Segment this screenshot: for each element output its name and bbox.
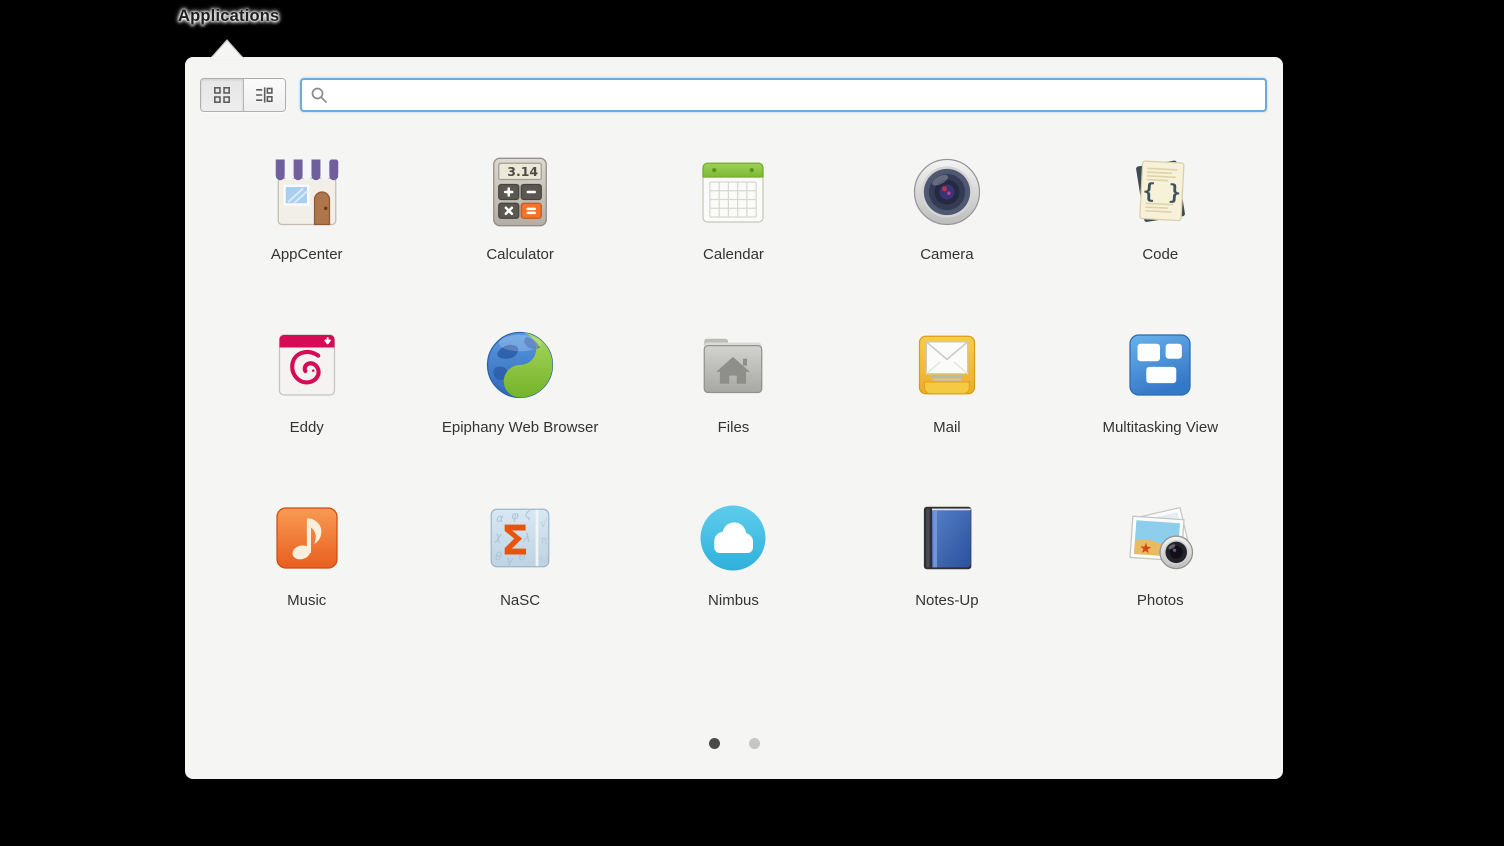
app-label: Eddy [290, 419, 324, 436]
multitasking-icon [1120, 325, 1200, 405]
app-item-calendar[interactable]: Calendar [627, 142, 840, 315]
app-label: Epiphany Web Browser [442, 419, 598, 436]
nimbus-icon [693, 498, 773, 578]
appcenter-icon [267, 152, 347, 232]
search-input[interactable] [334, 86, 1257, 104]
page-dot-2[interactable] [749, 738, 760, 749]
app-label: Multitasking View [1102, 419, 1218, 436]
app-item-camera[interactable]: Camera [840, 142, 1053, 315]
svg-text:{ }: { } [1142, 179, 1182, 206]
launcher-toolbar [200, 78, 1267, 112]
app-label: AppCenter [271, 246, 343, 263]
app-item-appcenter[interactable]: AppCenter [200, 142, 413, 315]
search-box [300, 78, 1267, 112]
svg-text:Σ: Σ [501, 516, 529, 564]
app-item-music[interactable]: Music [200, 488, 413, 661]
camera-icon [907, 152, 987, 232]
code-icon: { } [1120, 152, 1200, 232]
app-label: Music [287, 592, 326, 609]
files-icon [693, 325, 773, 405]
notesup-icon [907, 498, 987, 578]
app-item-mail[interactable]: Mail [840, 315, 1053, 488]
nasc-icon: α φ ζ χ λ θ γ θ √ π ω [480, 498, 560, 578]
app-label: Photos [1137, 592, 1184, 609]
view-switcher [200, 78, 286, 112]
svg-text:3.14: 3.14 [507, 164, 538, 179]
app-grid: AppCenter 3.14 [200, 142, 1267, 660]
app-item-eddy[interactable]: Eddy [200, 315, 413, 488]
app-label: Notes-Up [915, 592, 978, 609]
calendar-icon [693, 152, 773, 232]
app-item-photos[interactable]: Photos [1054, 488, 1267, 661]
search-icon [310, 86, 328, 104]
epiphany-icon [480, 325, 560, 405]
app-item-files[interactable]: Files [627, 315, 840, 488]
page-dots [185, 738, 1283, 749]
app-label: Camera [920, 246, 973, 263]
app-item-notes-up[interactable]: Notes-Up [840, 488, 1053, 661]
app-item-calculator[interactable]: 3.14 Calculator [413, 142, 626, 315]
svg-text:√: √ [540, 516, 548, 529]
app-item-nimbus[interactable]: Nimbus [627, 488, 840, 661]
app-label: Calendar [703, 246, 764, 263]
app-label: Mail [933, 419, 961, 436]
app-label: Files [718, 419, 750, 436]
grid-view-button[interactable] [201, 79, 243, 111]
mail-icon [907, 325, 987, 405]
app-label: NaSC [500, 592, 540, 609]
desktop: Applications [0, 0, 1504, 846]
music-icon [267, 498, 347, 578]
popover-tail-icon [210, 38, 244, 59]
page-dot-1[interactable] [709, 738, 720, 749]
eddy-icon [267, 325, 347, 405]
svg-text:ω: ω [539, 551, 548, 564]
app-item-code[interactable]: { } Code [1054, 142, 1267, 315]
photos-icon [1120, 498, 1200, 578]
app-label: Calculator [486, 246, 554, 263]
app-launcher-panel: AppCenter 3.14 [185, 57, 1283, 779]
svg-text:π: π [541, 534, 548, 547]
app-item-epiphany[interactable]: Epiphany Web Browser [413, 315, 626, 488]
applications-launcher-button[interactable]: Applications [178, 7, 279, 26]
app-item-nasc[interactable]: α φ ζ χ λ θ γ θ √ π ω [413, 488, 626, 661]
category-view-icon [255, 86, 273, 104]
app-label: Code [1142, 246, 1178, 263]
calculator-icon: 3.14 [480, 152, 560, 232]
category-view-button[interactable] [243, 79, 286, 111]
grid-view-icon [213, 86, 231, 104]
app-item-multitasking-view[interactable]: Multitasking View [1054, 315, 1267, 488]
app-label: Nimbus [708, 592, 759, 609]
